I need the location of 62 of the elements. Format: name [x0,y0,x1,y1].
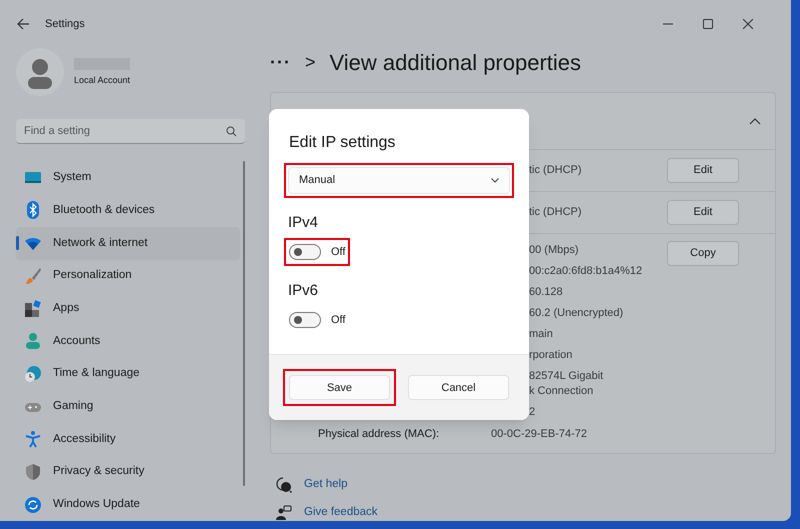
section-heading: IPv6 [288,281,320,301]
person-icon [24,332,42,350]
dialog-button[interactable]: Cancel [408,375,509,400]
chevron-separator: > [304,51,316,74]
account-type: Local Account [74,74,130,87]
edit-button[interactable]: Edit [667,158,739,183]
dialog-title: Edit IP settings [289,133,396,153]
property-value: 60.128 [529,285,564,300]
property-value: main [529,327,554,342]
property-value: 2 [529,405,536,420]
toggle-switch[interactable] [289,312,321,328]
paintbrush-icon [24,266,42,285]
help-link[interactable]: Get help [304,476,348,494]
globe-clock-icon [24,364,42,383]
chevron-up-icon[interactable] [749,117,761,125]
mac-label: Physical address (MAC): [318,426,440,442]
nav-item[interactable]: Personalization [16,260,240,292]
feedback-icon [276,504,292,521]
avatar-icon [16,48,64,96]
apps-icon [24,300,42,318]
accessibility-icon [24,430,42,448]
help-link[interactable]: Give feedback [304,504,378,522]
toggle-switch[interactable] [289,244,321,260]
window-title: Settings [45,16,85,32]
search-icon [226,126,237,137]
property-value: rporation [529,348,574,363]
nav-item[interactable]: Bluetooth & devices [16,194,240,227]
nav-item[interactable]: Accounts [16,324,240,358]
property-value: 60.2 (Unencrypted) [529,306,624,321]
nav-item[interactable]: Accessibility [16,422,240,456]
help-icon [276,476,292,493]
nav-item[interactable]: System [16,161,240,194]
dialog-button[interactable]: Save [289,375,390,400]
nav-item[interactable]: Windows Update [16,488,240,521]
mac-value: 00-0C-29-EB-74-72 [491,426,587,442]
edit-button[interactable]: Edit [667,200,739,225]
property-value: 82574L Gigabit k Connection [529,369,604,399]
nav-item[interactable]: Gaming [16,390,240,423]
shield-icon [24,462,42,481]
maximize-icon[interactable] [703,19,713,29]
nav-item[interactable]: Time & language [16,358,240,390]
back-arrow-icon[interactable] [16,17,30,31]
sync-icon [24,496,42,514]
scrollbar[interactable] [243,161,245,486]
nav-item[interactable]: Network & internet [16,226,240,260]
nav-item[interactable]: Privacy & security [16,456,240,488]
page-title: View additional properties [330,49,582,77]
mode-dropdown[interactable]: Manual [288,167,510,194]
search-field[interactable]: Find a setting [16,118,245,144]
nav-item[interactable]: Apps [16,292,240,325]
toggle-state: Off [331,312,346,328]
section-heading: IPv4 [288,213,320,233]
toggle-state: Off [331,244,346,260]
close-icon[interactable] [743,19,753,29]
property-value: 00:c2a0:6fd8:b1a4%12 [529,264,642,279]
row-value: tic (DHCP) [529,163,582,178]
bluetooth-icon [24,201,42,220]
copy-button[interactable]: Copy [667,241,739,266]
row-value: tic (DHCP) [529,205,582,220]
chevron-down-icon [491,178,499,183]
more-button[interactable]: ··· [270,49,291,76]
property-value: 00 (Mbps) [529,243,580,258]
